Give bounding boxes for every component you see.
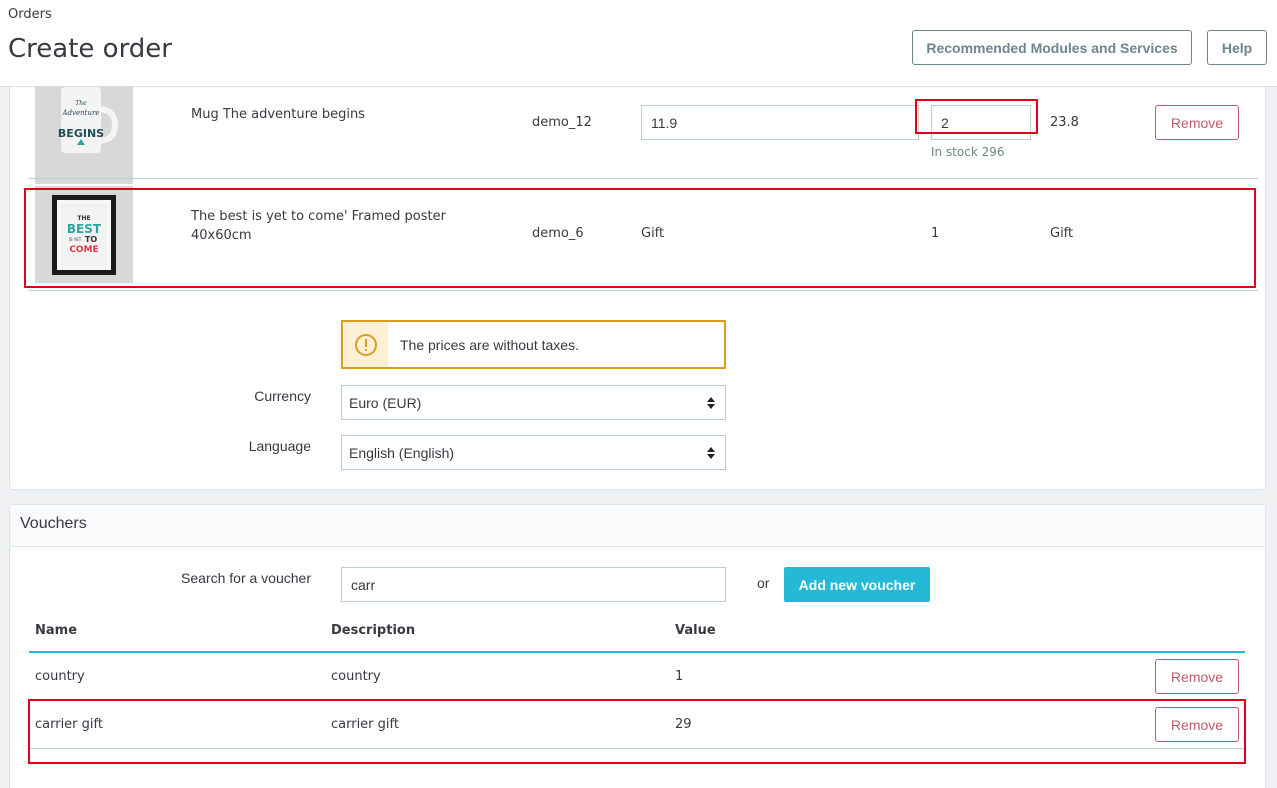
poster-image: THE BEST IS YET TO COME	[35, 186, 133, 283]
vouchers-title: Vouchers	[20, 515, 87, 532]
table-header-divider	[29, 651, 1245, 653]
voucher-search-label: Search for a voucher	[181, 570, 311, 586]
voucher-name: country	[35, 669, 85, 684]
add-new-voucher-button[interactable]: Add new voucher	[784, 567, 930, 602]
select-arrows-icon	[707, 397, 715, 409]
column-header-name: Name	[35, 623, 78, 638]
language-select[interactable]: English (English)	[341, 435, 726, 470]
product-total: 23.8	[1050, 115, 1079, 130]
mug-image: The Adventure BEGINS	[35, 87, 133, 184]
product-reference: demo_12	[532, 115, 592, 130]
currency-value: Euro (EUR)	[349, 394, 422, 411]
breadcrumb[interactable]: Orders	[8, 7, 52, 22]
mug-text-line-3: BEGINS	[58, 127, 104, 140]
product-name-line-1: The best is yet to come' Framed poster	[191, 209, 446, 224]
voucher-description: carrier gift	[331, 717, 399, 732]
vouchers-header: Vouchers	[10, 505, 1265, 547]
row-divider	[29, 748, 1245, 749]
page-title: Create order	[8, 34, 172, 64]
language-value: English (English)	[349, 444, 455, 461]
product-quantity-input[interactable]: 2	[931, 105, 1031, 140]
product-thumbnail-mug: The Adventure BEGINS	[35, 87, 133, 184]
row-divider	[29, 700, 1245, 701]
page-header: Orders Create order Recommended Modules …	[0, 0, 1277, 87]
column-header-description: Description	[331, 623, 416, 638]
product-name-line-2: 40x60cm	[191, 228, 252, 243]
voucher-value: 29	[675, 717, 692, 732]
warning-icon	[343, 322, 388, 367]
stock-info: In stock 296	[931, 145, 1005, 159]
poster-text-line-5: COME	[69, 245, 98, 255]
product-price-input[interactable]: 11.9	[641, 105, 919, 140]
product-price: Gift	[641, 226, 665, 241]
mug-text-line-2: Adventure	[62, 109, 100, 117]
alert-message: The prices are without taxes.	[400, 336, 579, 353]
voucher-name: carrier gift	[35, 717, 103, 732]
poster-text-line-4: TO	[85, 235, 97, 244]
voucher-description: country	[331, 669, 381, 684]
product-quantity: 1	[931, 226, 940, 241]
product-reference: demo_6	[532, 226, 584, 241]
row-divider	[29, 178, 1258, 179]
currency-select[interactable]: Euro (EUR)	[341, 385, 726, 420]
product-name[interactable]: Mug The adventure begins	[191, 105, 365, 124]
row-divider	[29, 290, 1258, 291]
voucher-value: 1	[675, 669, 684, 684]
product-total: Gift	[1050, 226, 1074, 241]
or-text: or	[757, 575, 770, 591]
currency-label: Currency	[254, 388, 311, 404]
help-button[interactable]: Help	[1207, 30, 1267, 65]
select-arrows-icon	[707, 447, 715, 459]
remove-voucher-button[interactable]: Remove	[1155, 659, 1239, 694]
mug-text-line-1: The	[75, 100, 87, 107]
remove-product-button[interactable]: Remove	[1155, 105, 1239, 140]
vouchers-card: Vouchers	[9, 504, 1266, 788]
recommended-modules-button[interactable]: Recommended Modules and Services	[912, 30, 1192, 65]
taxes-alert: The prices are without taxes.	[341, 320, 726, 369]
remove-voucher-button[interactable]: Remove	[1155, 707, 1239, 742]
poster-text-line-2: BEST	[67, 222, 102, 236]
poster-text-line-1: THE	[77, 215, 90, 222]
poster-text-line-3: IS YET	[69, 237, 82, 242]
product-name[interactable]: The best is yet to come' Framed poster 4…	[191, 207, 446, 245]
language-label: Language	[248, 438, 311, 454]
voucher-search-input[interactable]: carr	[341, 567, 726, 602]
product-thumbnail-poster: THE BEST IS YET TO COME	[35, 186, 133, 283]
column-header-value: Value	[675, 623, 716, 638]
